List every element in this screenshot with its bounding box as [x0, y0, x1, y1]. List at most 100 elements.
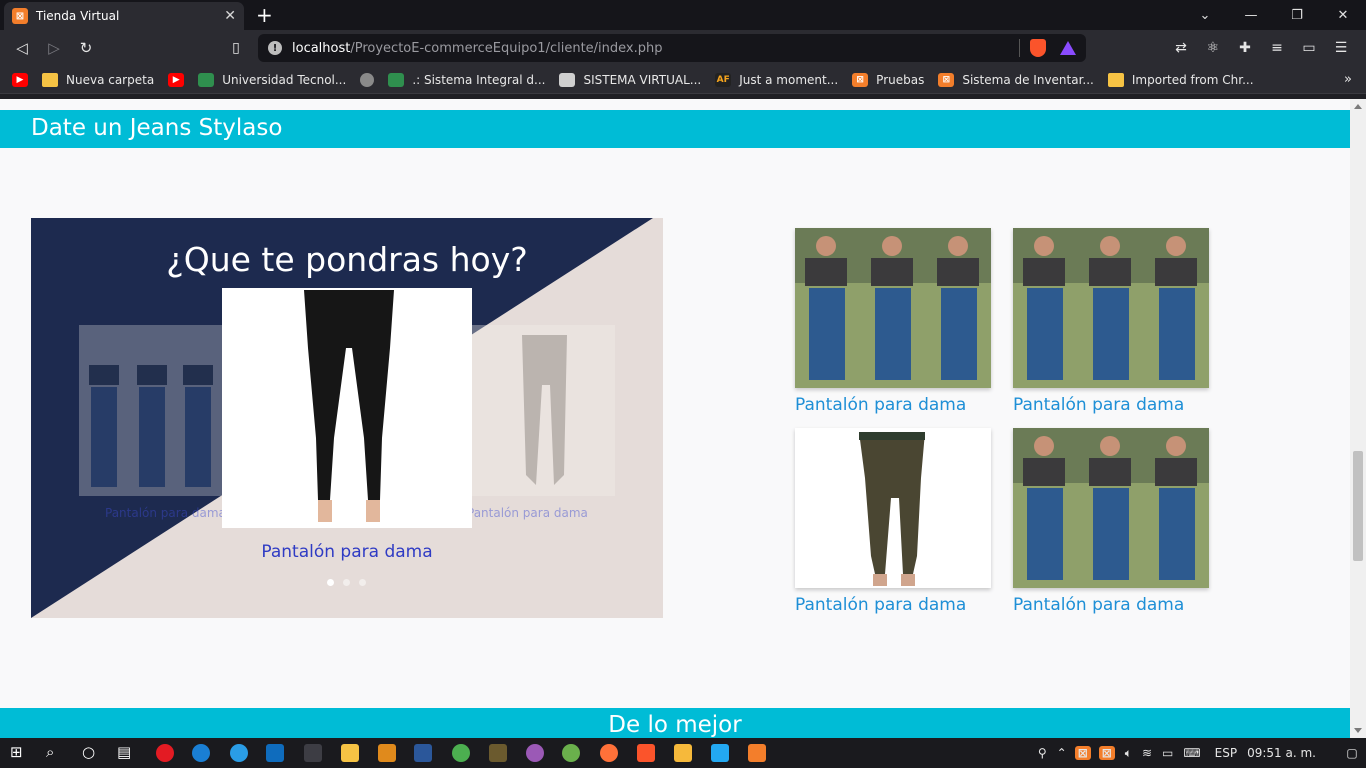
- vscode-icon[interactable]: [711, 744, 729, 762]
- af-icon: AF: [715, 72, 732, 87]
- react-icon[interactable]: ⚛: [1202, 38, 1224, 58]
- product-card[interactable]: Pantalón para dama: [795, 428, 991, 615]
- carousel-dot-2[interactable]: [343, 579, 350, 586]
- product-card[interactable]: Pantalón para dama: [795, 228, 991, 415]
- new-tab-button[interactable]: +: [256, 3, 273, 27]
- bookmark-pruebas[interactable]: ⊠ Pruebas: [852, 72, 924, 87]
- windows-start-icon[interactable]: ⊞: [10, 743, 23, 761]
- xampp-icon: ⊠: [938, 72, 955, 87]
- carousel-prev-image[interactable]: [79, 325, 222, 496]
- word-icon[interactable]: [414, 744, 432, 762]
- notifications-icon[interactable]: ▢: [1338, 738, 1366, 768]
- bookmark-globe[interactable]: [360, 72, 375, 87]
- volume-icon[interactable]: 🔈︎: [1125, 746, 1132, 761]
- forward-icon[interactable]: ▷: [42, 36, 66, 60]
- sublime-text-icon[interactable]: [378, 744, 396, 762]
- xampp-tray-icon-2[interactable]: ⊠: [1098, 746, 1115, 760]
- carousel-title: ¿Que te pondras hoy?: [166, 240, 528, 279]
- bookmark-imported[interactable]: Imported from Chr...: [1107, 72, 1254, 87]
- address-bar[interactable]: ! localhost/ProyectoE-commerceEquipo1/cl…: [258, 34, 1086, 62]
- restore-icon[interactable]: ❐: [1274, 0, 1320, 30]
- wallet-icon[interactable]: ▭: [1298, 38, 1320, 58]
- bookmark-icon[interactable]: ▯: [226, 38, 246, 58]
- firefox-icon[interactable]: [600, 744, 618, 762]
- product-label[interactable]: Pantalón para dama: [795, 595, 991, 615]
- battery-icon[interactable]: ▭: [1162, 746, 1173, 760]
- bookmark-sistema-inventario[interactable]: ⊠ Sistema de Inventar...: [938, 72, 1094, 87]
- youtube-icon: ▶: [168, 72, 185, 87]
- carousel-dot-3[interactable]: [359, 579, 366, 586]
- media-player-icon[interactable]: [674, 744, 692, 762]
- tab-bar: ⊠ Tienda Virtual ✕ + ⌄ — ❐ ✕: [0, 0, 1366, 30]
- app-icon[interactable]: [489, 744, 507, 762]
- bookmark-universidad[interactable]: Universidad Tecnol...: [198, 72, 346, 87]
- close-window-icon[interactable]: ✕: [1320, 0, 1366, 30]
- bookmark-youtube-1[interactable]: ▶: [12, 72, 28, 87]
- minimize-icon[interactable]: —: [1228, 0, 1274, 30]
- mail-icon[interactable]: [266, 744, 284, 762]
- bookmark-youtube-2[interactable]: ▶: [168, 72, 185, 87]
- scroll-up-icon[interactable]: [1354, 104, 1362, 109]
- xampp-taskbar-icon[interactable]: [748, 744, 766, 762]
- section-title: De lo mejor: [608, 712, 742, 738]
- cortana-icon[interactable]: ○: [82, 743, 95, 761]
- product-label[interactable]: Pantalón para dama: [795, 395, 991, 415]
- hero-bar: Date un Jeans Stylaso: [0, 110, 1350, 148]
- carousel-active-image[interactable]: [222, 288, 472, 528]
- url-text[interactable]: localhost/ProyectoE-commerceEquipo1/clie…: [292, 41, 1009, 56]
- wifi-icon[interactable]: ≋: [1142, 746, 1152, 760]
- product-label[interactable]: Pantalón para dama: [1013, 595, 1209, 615]
- store-icon[interactable]: [304, 744, 322, 762]
- people-icon[interactable]: ⚲: [1038, 746, 1047, 760]
- menu-icon[interactable]: ☰: [1330, 38, 1352, 58]
- xampp-tray-icon[interactable]: ⊠: [1074, 746, 1091, 760]
- tray-chevron-icon[interactable]: ⌃: [1057, 746, 1067, 760]
- product-image[interactable]: [1013, 428, 1209, 588]
- brave-rewards-icon[interactable]: [1060, 41, 1076, 55]
- extensions-icon[interactable]: ✚: [1234, 38, 1256, 58]
- utorrent-icon[interactable]: [562, 744, 580, 762]
- opera-icon[interactable]: [156, 744, 174, 762]
- scroll-thumb[interactable]: [1353, 451, 1363, 561]
- carousel-dot-1[interactable]: [327, 579, 334, 586]
- tab-close-icon[interactable]: ✕: [224, 8, 236, 24]
- product-image[interactable]: [795, 428, 991, 588]
- product-card[interactable]: Pantalón para dama: [1013, 428, 1209, 615]
- bookmark-sistema-virtual[interactable]: SISTEMA VIRTUAL...: [559, 72, 701, 87]
- keyboard-icon[interactable]: ⌨: [1183, 746, 1200, 760]
- translate-icon[interactable]: ⇄: [1170, 38, 1192, 58]
- language-indicator[interactable]: ESP: [1215, 746, 1237, 760]
- browser-tab[interactable]: ⊠ Tienda Virtual ✕: [4, 2, 244, 30]
- carousel-caption[interactable]: Pantalón para dama: [31, 542, 663, 562]
- bookmark-sistema-integral[interactable]: .: Sistema Integral d...: [388, 72, 545, 87]
- app-hex-icon[interactable]: [526, 744, 544, 762]
- site-info-icon[interactable]: !: [268, 41, 282, 55]
- windows-taskbar: ⊞ ⌕ ○ ▤ ⚲ ⌃ ⊠ ⊠ 🔈︎ ≋ ▭ ⌨ ESP 09:51 a. m.…: [0, 738, 1366, 768]
- bookmark-label: Imported from Chr...: [1131, 72, 1254, 87]
- search-icon[interactable]: ⌕: [46, 743, 54, 761]
- internet-explorer-icon[interactable]: [230, 744, 248, 762]
- product-carousel[interactable]: ¿Que te pondras hoy? Pantalón para dama …: [31, 218, 663, 618]
- product-card[interactable]: Pantalón para dama: [1013, 228, 1209, 415]
- product-label[interactable]: Pantalón para dama: [1013, 395, 1209, 415]
- tab-search-icon[interactable]: ⌄: [1182, 0, 1228, 30]
- file-explorer-icon[interactable]: [341, 744, 359, 762]
- carousel-next-image[interactable]: [472, 325, 615, 496]
- product-image[interactable]: [795, 228, 991, 388]
- product-image[interactable]: [1013, 228, 1209, 388]
- bookmark-nueva-carpeta[interactable]: Nueva carpeta: [42, 72, 154, 87]
- bookmark-just-a-moment[interactable]: AF Just a moment...: [715, 72, 838, 87]
- reload-icon[interactable]: ↻: [74, 36, 98, 60]
- carousel-prev-label: Pantalón para dama: [105, 506, 226, 520]
- back-icon[interactable]: ◁: [10, 36, 34, 60]
- edge-icon[interactable]: [192, 744, 210, 762]
- brave-shield-icon[interactable]: [1030, 39, 1046, 57]
- task-view-icon[interactable]: ▤: [117, 743, 131, 761]
- brave-icon[interactable]: [637, 744, 655, 762]
- scroll-down-icon[interactable]: [1354, 728, 1362, 733]
- playlist-icon[interactable]: ≡: [1266, 38, 1288, 58]
- clock[interactable]: 09:51 a. m.: [1247, 746, 1316, 760]
- chrome-icon[interactable]: [452, 744, 470, 762]
- page-scrollbar[interactable]: [1350, 99, 1366, 738]
- bookmarks-more-icon[interactable]: »: [1344, 72, 1352, 87]
